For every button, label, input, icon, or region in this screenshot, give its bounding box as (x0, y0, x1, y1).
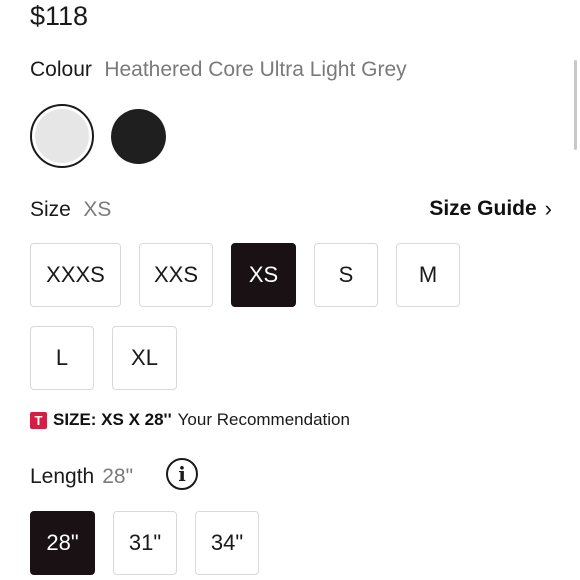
length-option-34[interactable]: 34" (195, 511, 259, 575)
info-icon[interactable]: i (166, 458, 198, 490)
swatch-light-grey[interactable] (30, 104, 94, 168)
size-row: Size XS (30, 198, 111, 222)
swatch-black[interactable] (111, 109, 166, 164)
size-option-xs[interactable]: XS (231, 243, 296, 307)
size-option-l[interactable]: L (30, 326, 94, 390)
length-row: Length 28" (30, 465, 133, 489)
scrollbar[interactable] (574, 60, 577, 150)
recommendation-text: Your Recommendation (177, 410, 350, 429)
colour-label: Colour (30, 58, 92, 81)
length-label: Length (30, 465, 95, 488)
colour-selected-name: Heathered Core Ultra Light Grey (104, 58, 407, 81)
length-option-28[interactable]: 28" (30, 511, 95, 575)
recommendation-size: SIZE: XS X 28'' (53, 410, 172, 429)
size-label: Size (30, 198, 71, 221)
colour-row: Colour Heathered Core Ultra Light Grey (30, 58, 407, 82)
size-option-m[interactable]: M (396, 243, 460, 307)
size-guide-link[interactable]: Size Guide › (429, 196, 552, 222)
size-guide-label: Size Guide (429, 197, 537, 220)
length-option-31[interactable]: 31" (113, 511, 177, 575)
size-option-xxxs[interactable]: XXXS (30, 243, 121, 307)
size-selected: XS (83, 198, 112, 221)
size-option-xl[interactable]: XL (112, 326, 177, 390)
swatch-light-grey-fill (35, 109, 89, 163)
product-price: $118 (30, 1, 89, 31)
recommendation-badge-icon: T (30, 411, 47, 429)
length-selected: 28" (102, 465, 134, 488)
size-recommendation: T SIZE: XS X 28'' Your Recommendation (30, 410, 350, 430)
size-option-xxs[interactable]: XXS (139, 243, 213, 307)
size-option-s[interactable]: S (314, 243, 378, 307)
chevron-right-icon: › (544, 196, 552, 221)
